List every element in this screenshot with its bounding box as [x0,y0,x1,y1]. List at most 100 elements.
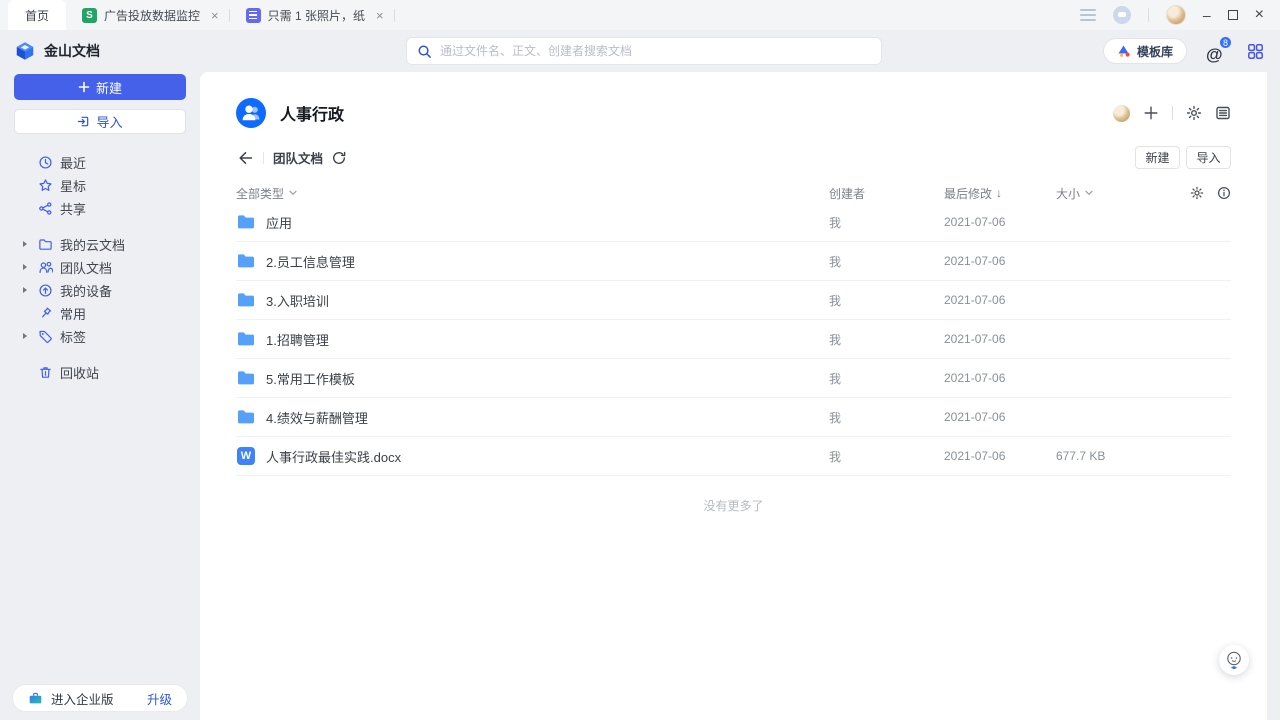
sidebar-item-label: 标签 [60,327,86,346]
row-name: 4.绩效与薪酬管理 [266,408,368,427]
doc-icon [246,8,261,23]
sidebar-item[interactable]: 回收站 [0,361,200,384]
enterprise-button[interactable]: 进入企业版 升级 [12,684,188,712]
row-modified: 2021-07-06 [944,449,1056,463]
breadcrumb[interactable]: 团队文档 [273,148,323,167]
table-row[interactable]: 4.绩效与薪酬管理 我 2021-07-06 [236,398,1231,437]
list-view-icon[interactable] [1215,105,1231,121]
new-button[interactable]: 新建 [1135,146,1180,169]
pin-icon [38,306,53,321]
maximize-button[interactable] [1228,10,1238,20]
import-button[interactable]: 导入 [14,109,186,134]
refresh-icon[interactable] [332,151,346,165]
sidebar-item[interactable]: 星标 [0,174,200,197]
brand: 金山文档 [14,30,100,72]
close-tab-icon[interactable]: × [211,8,219,23]
chevron-down-icon [289,190,297,196]
import-label: 导入 [96,112,122,131]
tab-label: 广告投放数据监控 [104,7,200,24]
back-arrow-icon[interactable] [236,149,254,167]
new-document-button[interactable]: 新建 [14,74,186,100]
sidebar-item-label: 回收站 [60,363,99,382]
chevron-down-icon [1085,190,1093,196]
row-name: 3.入职培训 [266,291,329,310]
team-people-icon [236,98,266,128]
sidebar-item-label: 共享 [60,199,86,218]
sidebar-item-label: 团队文档 [60,258,112,277]
row-creator: 我 [829,214,944,231]
column-settings-icon[interactable] [1190,186,1204,200]
app-header: 金山文档 模板库 @ 8 [0,30,1280,72]
expand-arrow-icon[interactable] [23,241,27,247]
sidebar-item[interactable]: 我的设备 [0,279,200,302]
team-icon [38,260,53,275]
info-icon[interactable] [1217,186,1231,200]
divider [263,152,264,164]
expand-arrow-icon[interactable] [23,264,27,270]
row-creator: 我 [829,409,944,426]
folder-icon [236,368,256,388]
row-creator: 我 [829,292,944,309]
main-content: 人事行政 团队文档 新建 导入 [200,72,1267,720]
sidebar-item[interactable]: 团队文档 [0,256,200,279]
table-row[interactable]: 1.招聘管理 我 2021-07-06 [236,320,1231,359]
sidebar-item-label: 常用 [60,304,86,323]
apps-grid-icon[interactable] [1247,43,1264,60]
sidebar-item[interactable]: 我的云文档 [0,233,200,256]
team-avatar[interactable] [236,98,266,128]
template-library-label: 模板库 [1137,43,1173,60]
add-member-icon[interactable] [1143,105,1159,121]
sidebar-nav: 最近星标共享我的云文档团队文档我的设备常用标签回收站 [0,151,200,384]
sidebar-item[interactable]: 共享 [0,197,200,220]
expand-arrow-icon[interactable] [23,287,27,293]
user-avatar[interactable] [1166,5,1186,25]
sidebar-item-label: 星标 [60,176,86,195]
column-modified[interactable]: 最后修改 [944,185,992,202]
sidebar-item[interactable]: 常用 [0,302,200,325]
minimize-button[interactable]: – [1203,8,1211,22]
table-row[interactable]: 3.入职培训 我 2021-07-06 [236,281,1231,320]
tag-icon [38,329,53,344]
template-library-button[interactable]: 模板库 [1103,38,1187,64]
type-filter[interactable]: 全部类型 [236,185,284,202]
table-row[interactable]: 应用 我 2021-07-06 [236,203,1231,242]
sort-desc-icon[interactable]: ↓ [996,186,1002,200]
expand-arrow-icon[interactable] [23,333,27,339]
menu-icon[interactable] [1080,9,1096,21]
table-row[interactable]: 5.常用工作模板 我 2021-07-06 [236,359,1231,398]
row-modified: 2021-07-06 [944,371,1056,385]
row-name: 应用 [266,213,292,232]
window-tab-bar: 首页 S 广告投放数据监控 × 只需 1 张照片，纸 × – × [0,0,1280,30]
doc-icon: W [237,447,255,465]
table-row[interactable]: W 人事行政最佳实践.docx 我 2021-07-06 677.7 KB [236,437,1231,476]
member-avatar[interactable] [1113,105,1130,122]
row-modified: 2021-07-06 [944,215,1056,229]
new-document-label: 新建 [96,78,122,97]
search-bar[interactable] [406,37,882,65]
tab-home-label: 首页 [25,7,49,24]
row-modified: 2021-07-06 [944,254,1056,268]
tab-spreadsheet-doc[interactable]: S 广告投放数据监控 × [66,0,229,30]
feedback-chat-icon[interactable] [1113,6,1131,24]
sidebar-item[interactable]: 标签 [0,325,200,348]
app-title: 金山文档 [44,41,100,61]
assistant-mascot-button[interactable] [1219,645,1249,675]
column-creator[interactable]: 创建者 [829,187,865,201]
sidebar-item[interactable]: 最近 [0,151,200,174]
tab-writer-doc[interactable]: 只需 1 张照片，纸 × [230,0,394,30]
import-button[interactable]: 导入 [1186,146,1231,169]
row-creator: 我 [829,331,944,348]
upgrade-link[interactable]: 升级 [147,689,172,708]
settings-gear-icon[interactable] [1186,105,1202,121]
page-title: 人事行政 [280,101,344,125]
spreadsheet-icon: S [82,8,97,23]
search-input[interactable] [440,44,871,58]
sidebar: 新建 导入 最近星标共享我的云文档团队文档我的设备常用标签回收站 进入企业版 升… [0,72,200,720]
column-size[interactable]: 大小 [1056,185,1080,202]
mentions-button[interactable]: @ 8 [1206,39,1228,63]
close-tab-icon[interactable]: × [376,8,384,23]
divider [1172,106,1173,120]
table-row[interactable]: 2.员工信息管理 我 2021-07-06 [236,242,1231,281]
close-button[interactable]: × [1255,7,1264,23]
tab-home[interactable]: 首页 [8,0,66,30]
